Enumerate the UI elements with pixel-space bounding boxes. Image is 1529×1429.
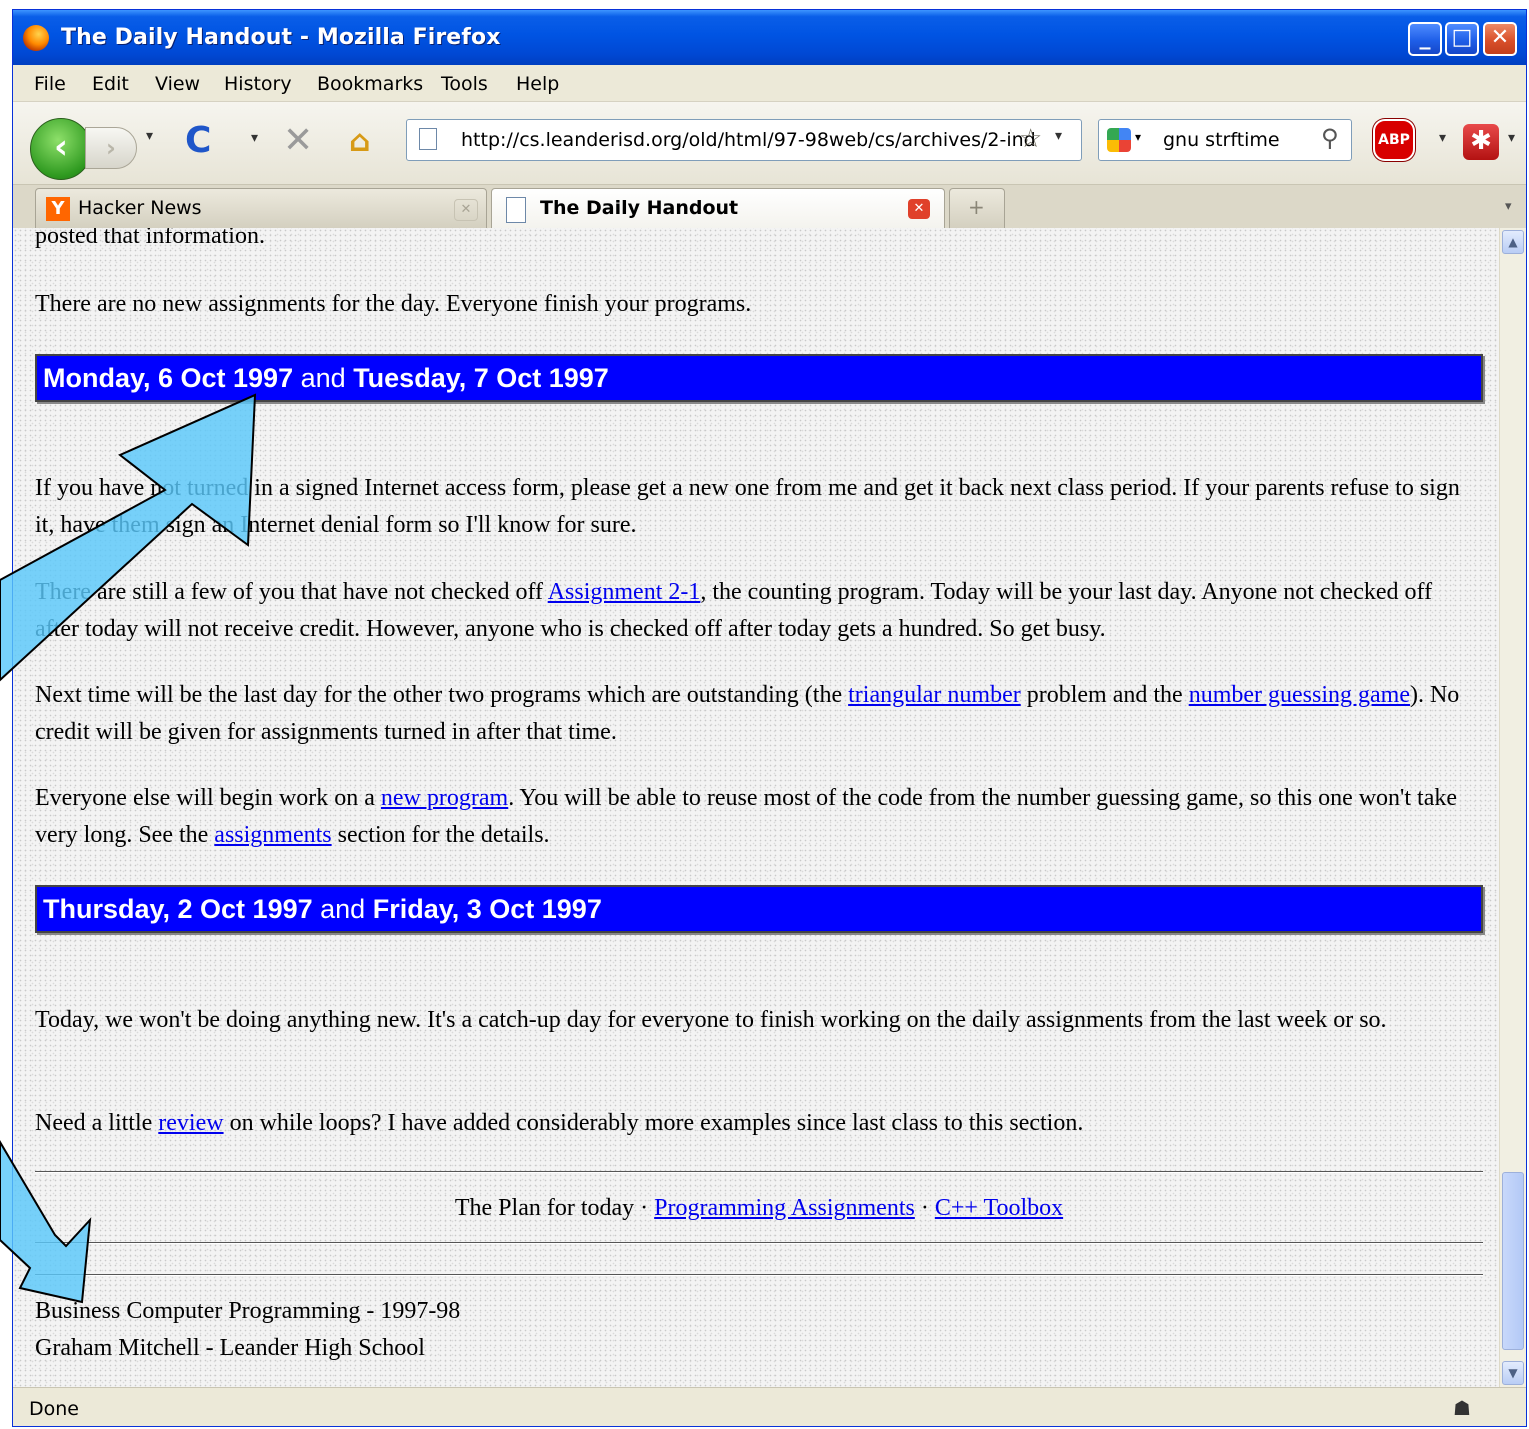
status-text: Done bbox=[29, 1398, 79, 1420]
date-header: Monday, 6 Oct 1997 and Tuesday, 7 Oct 19… bbox=[35, 354, 1483, 402]
status-bar: Done ☗ bbox=[13, 1387, 1526, 1426]
divider bbox=[35, 1274, 1483, 1276]
footer-author: Graham Mitchell - Leander High School bbox=[35, 1335, 425, 1361]
number-guessing-game-link[interactable]: number guessing game bbox=[1189, 682, 1410, 708]
text: section for the details. bbox=[331, 822, 550, 848]
page-icon bbox=[419, 128, 437, 150]
programming-assignments-link[interactable]: Programming Assignments bbox=[654, 1195, 915, 1221]
assignment-2-1-link[interactable]: Assignment 2-1 bbox=[548, 579, 701, 605]
text-fragment: posted that information. bbox=[35, 228, 265, 249]
url-text: http://cs.leanderisd.org/old/html/97-98w… bbox=[461, 129, 1036, 151]
triangular-number-link[interactable]: triangular number bbox=[848, 682, 1021, 708]
plus-icon: + bbox=[968, 195, 985, 219]
separator: · bbox=[920, 1195, 929, 1221]
close-tab-icon[interactable]: ✕ bbox=[908, 199, 930, 219]
ghost-addon-icon[interactable]: ☗ bbox=[1453, 1396, 1471, 1420]
footer-nav: The Plan for today · Programming Assignm… bbox=[35, 1190, 1483, 1227]
conjunction: and bbox=[320, 894, 366, 924]
text: problem and the bbox=[1020, 682, 1189, 708]
forward-button[interactable]: › bbox=[85, 127, 137, 169]
menu-view[interactable]: View bbox=[155, 73, 200, 95]
url-dropdown-icon[interactable]: ▾ bbox=[1055, 128, 1062, 144]
paragraph: There are still a few of you that have n… bbox=[35, 574, 1465, 648]
scroll-up-icon[interactable]: ▲ bbox=[1502, 230, 1524, 254]
address-bar[interactable]: http://cs.leanderisd.org/old/html/97-98w… bbox=[406, 119, 1082, 161]
review-link[interactable]: review bbox=[158, 1110, 223, 1136]
date-start: Thursday, 2 Oct 1997 bbox=[43, 894, 313, 924]
cpp-toolbox-link[interactable]: C++ Toolbox bbox=[935, 1195, 1063, 1221]
bookmark-star-icon[interactable]: ☆ bbox=[1019, 124, 1042, 154]
home-icon[interactable]: ⌂ bbox=[349, 124, 370, 159]
page-content: posted that information. There are no ne… bbox=[13, 228, 1499, 1387]
text: Need a little bbox=[35, 1110, 159, 1136]
scroll-thumb[interactable] bbox=[1502, 1172, 1524, 1350]
date-end: Friday, 3 Oct 1997 bbox=[372, 894, 602, 924]
navigation-toolbar: ‹ › ▾ C ▾ ✕ ⌂ http://cs.leanderisd.org/o… bbox=[13, 102, 1526, 185]
paragraph: There are no new assignments for the day… bbox=[35, 291, 752, 317]
paragraph: Today, we won't be doing anything new. I… bbox=[35, 1007, 1387, 1033]
stop-icon[interactable]: ✕ bbox=[283, 120, 313, 161]
date-end: Tuesday, 7 Oct 1997 bbox=[353, 363, 609, 393]
paragraph: Everyone else will begin work on a new p… bbox=[35, 780, 1465, 854]
menu-history[interactable]: History bbox=[224, 73, 292, 95]
footer-course: Business Computer Programming - 1997-98 bbox=[35, 1298, 461, 1324]
menu-tools[interactable]: Tools bbox=[441, 73, 488, 95]
date-start: Monday, 6 Oct 1997 bbox=[43, 363, 294, 393]
divider bbox=[35, 1242, 1483, 1244]
conjunction: and bbox=[300, 363, 346, 393]
text: Next time will be the last day for the o… bbox=[35, 682, 849, 708]
addon-button-icon[interactable]: ✱ bbox=[1463, 124, 1499, 160]
engine-dropdown-icon[interactable]: ▾ bbox=[1135, 130, 1141, 144]
tab-bar: Y Hacker News ✕ The Daily Handout ✕ + ▾ bbox=[13, 185, 1526, 229]
scroll-down-icon[interactable]: ▼ bbox=[1502, 1361, 1524, 1385]
google-engine-icon[interactable] bbox=[1107, 128, 1131, 152]
menu-edit[interactable]: Edit bbox=[92, 73, 129, 95]
menu-bookmarks[interactable]: Bookmarks bbox=[317, 73, 423, 95]
date-header: Thursday, 2 Oct 1997 and Friday, 3 Oct 1… bbox=[35, 885, 1483, 933]
page-favicon-icon bbox=[506, 197, 526, 223]
paragraph: Next time will be the last day for the o… bbox=[35, 677, 1465, 751]
assignments-link[interactable]: assignments bbox=[214, 822, 331, 848]
new-tab-button[interactable]: + bbox=[949, 188, 1005, 228]
tab-label: Hacker News bbox=[78, 197, 202, 219]
paragraph: Need a little review on while loops? I h… bbox=[35, 1105, 1465, 1142]
new-program-link[interactable]: new program bbox=[381, 785, 508, 811]
menu-bar: File Edit View History Bookmarks Tools H… bbox=[13, 65, 1526, 102]
plan-text: The Plan for today bbox=[454, 1195, 635, 1221]
search-icon[interactable]: ⚲ bbox=[1321, 124, 1339, 152]
search-input[interactable]: gnu strftime bbox=[1163, 129, 1280, 151]
paragraph: If you have not turned in a signed Inter… bbox=[35, 475, 1460, 538]
hacker-news-favicon-icon: Y bbox=[46, 197, 70, 221]
text: on while loops? I have added considerabl… bbox=[223, 1110, 1084, 1136]
tab-hacker-news[interactable]: Y Hacker News ✕ bbox=[35, 188, 487, 228]
browser-window: The Daily Handout - Mozilla Firefox _ □ … bbox=[12, 9, 1527, 1427]
close-window-button[interactable]: ✕ bbox=[1483, 22, 1517, 56]
text: Everyone else will begin work on a bbox=[35, 785, 381, 811]
vertical-scrollbar[interactable]: ▲ ▼ bbox=[1499, 228, 1526, 1387]
text: There are still a few of you that have n… bbox=[35, 579, 548, 605]
title-bar[interactable]: The Daily Handout - Mozilla Firefox _ □ … bbox=[13, 10, 1526, 65]
abp-dropdown-icon[interactable]: ▾ bbox=[1439, 130, 1446, 146]
back-button[interactable]: ‹ bbox=[30, 118, 92, 180]
reload-dropdown-icon[interactable]: ▾ bbox=[251, 130, 258, 146]
reload-icon[interactable]: C bbox=[185, 120, 211, 161]
history-dropdown-icon[interactable]: ▾ bbox=[146, 128, 153, 144]
window-title: The Daily Handout - Mozilla Firefox bbox=[61, 25, 501, 50]
search-bar[interactable]: ▾ gnu strftime ⚲ bbox=[1098, 119, 1352, 161]
maximize-button[interactable]: □ bbox=[1445, 22, 1479, 56]
firefox-icon bbox=[23, 25, 49, 51]
tab-daily-handout[interactable]: The Daily Handout ✕ bbox=[491, 188, 945, 228]
divider bbox=[35, 1171, 1483, 1173]
adblock-plus-button[interactable]: ABP bbox=[1373, 119, 1415, 161]
close-tab-icon[interactable]: ✕ bbox=[454, 199, 478, 221]
addon-dropdown-icon[interactable]: ▾ bbox=[1508, 130, 1515, 146]
tab-list-icon[interactable]: ▾ bbox=[1505, 199, 1512, 214]
minimize-button[interactable]: _ bbox=[1408, 22, 1442, 56]
tab-label: The Daily Handout bbox=[540, 197, 739, 219]
menu-help[interactable]: Help bbox=[516, 73, 559, 95]
separator: · bbox=[640, 1195, 649, 1221]
menu-file[interactable]: File bbox=[34, 73, 66, 95]
